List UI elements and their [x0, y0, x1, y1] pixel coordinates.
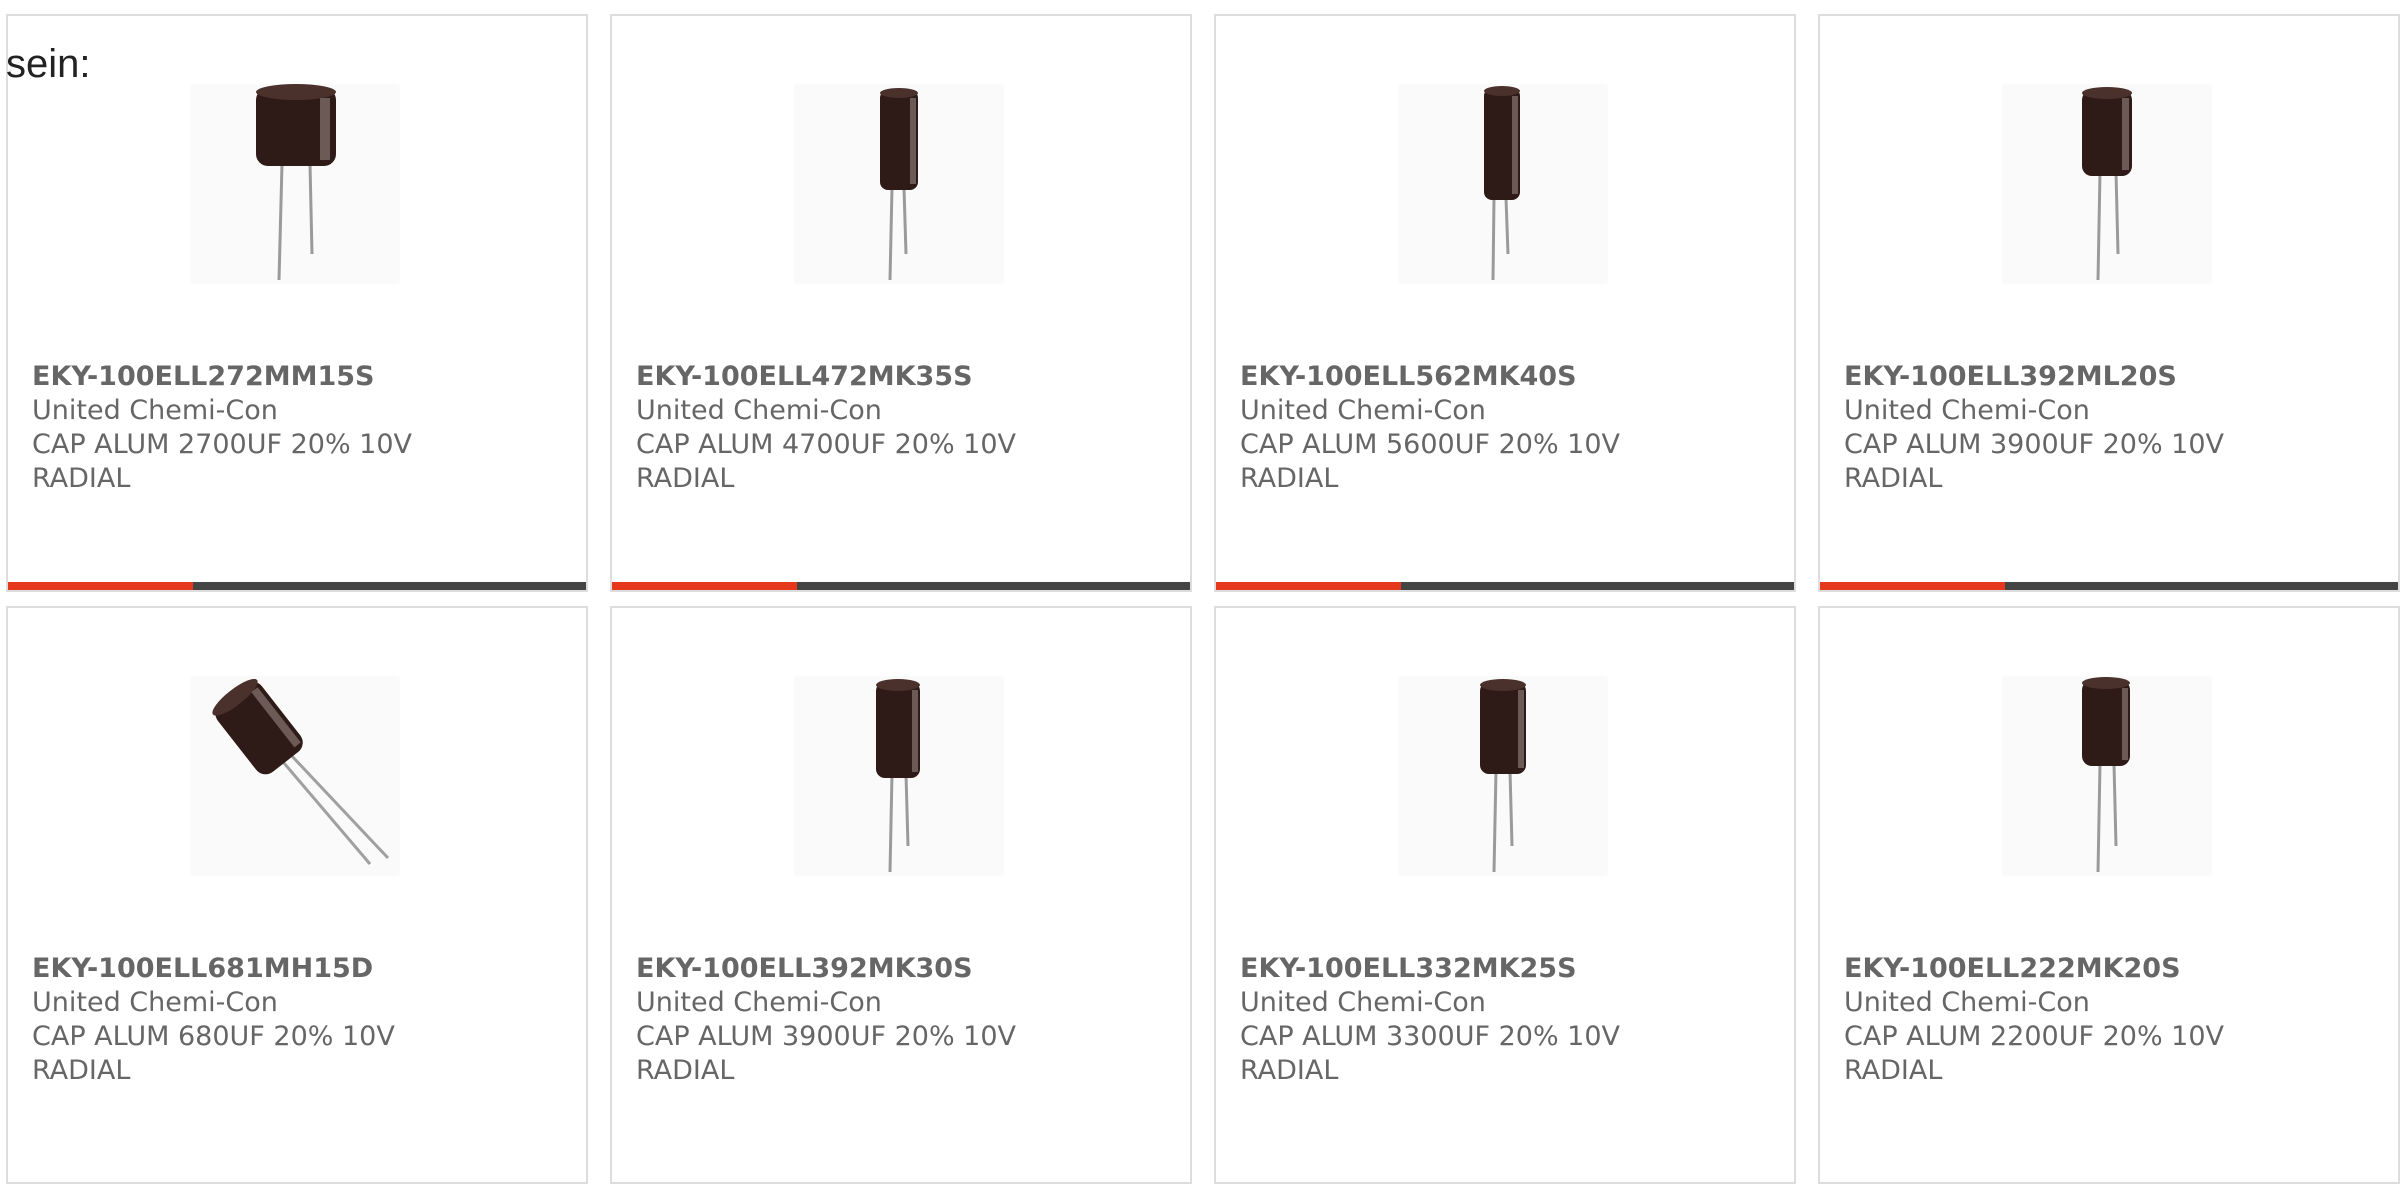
description-line2: RADIAL: [1240, 463, 1339, 494]
description-line2: RADIAL: [1844, 463, 1943, 494]
progress-fill: [1820, 582, 2005, 590]
description-line2: RADIAL: [32, 463, 131, 494]
product-grid: EKY-100ELL272MM15S United Chemi-Con CAP …: [0, 14, 2400, 1184]
description-line1: CAP ALUM 3300UF 20% 10V: [1240, 1021, 1621, 1052]
capacitor-radial-icon: [212, 678, 390, 865]
product-info: EKY-100ELL562MK40S United Chemi-Con CAP …: [1240, 360, 1770, 496]
product-image[interactable]: [794, 676, 1004, 876]
part-number[interactable]: EKY-100ELL392MK30S: [636, 952, 1166, 986]
product-card[interactable]: EKY-100ELL562MK40S United Chemi-Con CAP …: [1214, 14, 1796, 592]
manufacturer: United Chemi-Con: [32, 987, 278, 1018]
product-image[interactable]: [794, 84, 1004, 284]
product-image[interactable]: [1398, 676, 1608, 876]
part-number[interactable]: EKY-100ELL562MK40S: [1240, 360, 1770, 394]
product-info: EKY-100ELL392ML20S United Chemi-Con CAP …: [1844, 360, 2374, 496]
product-image[interactable]: [190, 676, 400, 876]
product-info: EKY-100ELL392MK30S United Chemi-Con CAP …: [636, 952, 1166, 1088]
product-card[interactable]: EKY-100ELL272MM15S United Chemi-Con CAP …: [6, 14, 588, 592]
capacitor-radial-icon: [880, 88, 918, 281]
product-image[interactable]: [2002, 84, 2212, 284]
product-card[interactable]: EKY-100ELL392ML20S United Chemi-Con CAP …: [1818, 14, 2400, 592]
capacitor-radial-icon: [876, 679, 920, 873]
part-number[interactable]: EKY-100ELL681MH15D: [32, 952, 562, 986]
manufacturer: United Chemi-Con: [1240, 395, 1486, 426]
manufacturer: United Chemi-Con: [32, 395, 278, 426]
manufacturer: United Chemi-Con: [1240, 987, 1486, 1018]
product-info: EKY-100ELL272MM15S United Chemi-Con CAP …: [32, 360, 562, 496]
part-number[interactable]: EKY-100ELL392ML20S: [1844, 360, 2374, 394]
capacitor-radial-icon: [256, 84, 336, 281]
manufacturer: United Chemi-Con: [636, 987, 882, 1018]
description-line1: CAP ALUM 3900UF 20% 10V: [1844, 429, 2225, 460]
progress-bar: [1216, 582, 1794, 590]
description-line2: RADIAL: [636, 1055, 735, 1086]
progress-fill: [612, 582, 797, 590]
description-line2: RADIAL: [1240, 1055, 1339, 1086]
product-image[interactable]: [190, 84, 400, 284]
description-line1: CAP ALUM 2200UF 20% 10V: [1844, 1021, 2225, 1052]
description-line1: CAP ALUM 4700UF 20% 10V: [636, 429, 1017, 460]
progress-bar: [8, 582, 586, 590]
description-line2: RADIAL: [1844, 1055, 1943, 1086]
capacitor-radial-icon: [1480, 679, 1526, 873]
part-number[interactable]: EKY-100ELL222MK20S: [1844, 952, 2374, 986]
product-info: EKY-100ELL222MK20S United Chemi-Con CAP …: [1844, 952, 2374, 1088]
product-card[interactable]: EKY-100ELL332MK25S United Chemi-Con CAP …: [1214, 606, 1796, 1184]
description-line1: CAP ALUM 5600UF 20% 10V: [1240, 429, 1621, 460]
description-line1: CAP ALUM 680UF 20% 10V: [32, 1021, 395, 1052]
intro-text: sein:: [6, 42, 91, 86]
product-card[interactable]: EKY-100ELL222MK20S United Chemi-Con CAP …: [1818, 606, 2400, 1184]
progress-bar: [612, 582, 1190, 590]
progress-fill: [8, 582, 193, 590]
capacitor-radial-icon: [2082, 87, 2132, 281]
product-info: EKY-100ELL472MK35S United Chemi-Con CAP …: [636, 360, 1166, 496]
product-image[interactable]: [2002, 676, 2212, 876]
product-card[interactable]: EKY-100ELL681MH15D United Chemi-Con CAP …: [6, 606, 588, 1184]
product-card[interactable]: EKY-100ELL392MK30S United Chemi-Con CAP …: [610, 606, 1192, 1184]
part-number[interactable]: EKY-100ELL472MK35S: [636, 360, 1166, 394]
progress-bar: [1820, 582, 2398, 590]
capacitor-radial-icon: [2082, 677, 2130, 873]
product-card[interactable]: EKY-100ELL472MK35S United Chemi-Con CAP …: [610, 14, 1192, 592]
capacitor-radial-icon: [1484, 86, 1520, 281]
part-number[interactable]: EKY-100ELL332MK25S: [1240, 952, 1770, 986]
description-line2: RADIAL: [636, 463, 735, 494]
product-info: EKY-100ELL681MH15D United Chemi-Con CAP …: [32, 952, 562, 1088]
manufacturer: United Chemi-Con: [1844, 395, 2090, 426]
product-image[interactable]: [1398, 84, 1608, 284]
description-line1: CAP ALUM 3900UF 20% 10V: [636, 1021, 1017, 1052]
product-info: EKY-100ELL332MK25S United Chemi-Con CAP …: [1240, 952, 1770, 1088]
progress-fill: [1216, 582, 1401, 590]
manufacturer: United Chemi-Con: [1844, 987, 2090, 1018]
description-line2: RADIAL: [32, 1055, 131, 1086]
part-number[interactable]: EKY-100ELL272MM15S: [32, 360, 562, 394]
description-line1: CAP ALUM 2700UF 20% 10V: [32, 429, 413, 460]
manufacturer: United Chemi-Con: [636, 395, 882, 426]
